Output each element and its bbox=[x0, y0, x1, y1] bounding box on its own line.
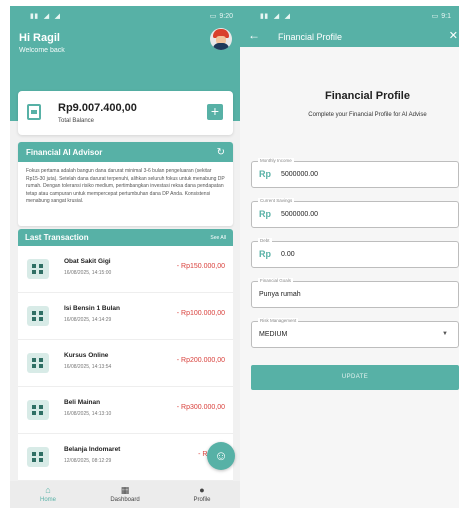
appbar-title: Financial Profile bbox=[278, 32, 343, 42]
transaction-row[interactable]: Obat Sakit Gigi 16/08/2025, 14:15:00 - R… bbox=[18, 246, 233, 293]
signal-icons: ▮▮ ◢ ◢ bbox=[260, 13, 291, 20]
ai-advisor-card: Financial AI Advisor ↻ Fokus pertama ada… bbox=[18, 142, 233, 226]
field-value: 5000000.00 bbox=[281, 171, 318, 178]
balance-label: Total Balance bbox=[58, 118, 95, 124]
field-label: Risk Management bbox=[258, 318, 299, 323]
transaction-date: 16/08/2025, 14:13:10 bbox=[64, 411, 112, 417]
dropdown-arrow-icon: ▼ bbox=[442, 331, 448, 337]
transaction-name: Kursus Online bbox=[64, 352, 109, 359]
nav-dashboard-label: Dashboard bbox=[110, 497, 140, 503]
avatar[interactable] bbox=[210, 28, 232, 50]
page-title: Financial Profile bbox=[325, 90, 410, 102]
advisor-text: Fokus pertama adalah bangun dana darurat… bbox=[26, 168, 225, 205]
transaction-header: Last Transaction See All bbox=[18, 229, 233, 246]
nav-home[interactable]: ⌂ Home bbox=[18, 485, 78, 503]
bottom-nav: ⌂ Home ▦ Dashboard ● Profile bbox=[10, 481, 241, 508]
transaction-name: Obat Sakit Gigi bbox=[64, 258, 111, 265]
transaction-amount: - Rp200.000,00 bbox=[176, 357, 225, 364]
category-icon bbox=[27, 400, 49, 420]
status-right: ▭ 9:1 bbox=[431, 12, 451, 21]
battery-icon: ▭ bbox=[431, 13, 439, 20]
nav-profile-label: Profile bbox=[193, 497, 211, 503]
transaction-title: Last Transaction bbox=[25, 233, 89, 242]
welcome-text: Welcome back bbox=[19, 47, 65, 54]
profile-icon: ● bbox=[199, 485, 205, 495]
field-label: Monthly Income bbox=[258, 158, 294, 163]
transaction-row[interactable]: Belanja Indomaret 12/08/2025, 08:12:29 -… bbox=[18, 434, 233, 481]
financial-goals-field[interactable]: Financial Goals Punya rumah bbox=[251, 278, 459, 308]
transaction-row[interactable]: Isi Bensin 1 Bulan 16/08/2025, 14:14:29 … bbox=[18, 293, 233, 340]
status-time: 9:1 bbox=[441, 12, 451, 20]
category-icon bbox=[27, 259, 49, 279]
transaction-row[interactable]: Kursus Online 16/08/2025, 14:13:54 - Rp2… bbox=[18, 340, 233, 387]
dashboard-icon: ▦ bbox=[120, 485, 130, 495]
advisor-title: Financial AI Advisor bbox=[26, 147, 103, 157]
update-button[interactable]: UPDATE bbox=[251, 365, 459, 390]
home-screen: ▮▮ ◢ ◢ ▭ 9:20 Hi Ragil Welcome back Rp9.00… bbox=[10, 6, 241, 508]
transaction-name: Beli Mainan bbox=[64, 399, 101, 406]
page-subtitle: Complete your Financial Profile for AI A… bbox=[308, 112, 427, 118]
status-bar: ▮▮ ◢ ◢ ▭ 9:20 bbox=[10, 6, 241, 26]
transaction-amount: - Rp300.000,00 bbox=[176, 404, 225, 411]
transaction-amount: - Rp100.000,00 bbox=[176, 310, 225, 317]
financial-profile-screen: ▮▮ ◢ ◢ ▭ 9:1 ← Financial Profile ✕ Financi… bbox=[240, 6, 459, 508]
balance-amount: Rp9.007.400,00 bbox=[58, 102, 137, 114]
risk-management-select[interactable]: Risk Management MEDIUM ▼ bbox=[251, 318, 459, 348]
field-value: 0.00 bbox=[281, 251, 295, 258]
chat-bot-fab-button[interactable]: ☺ bbox=[207, 442, 235, 470]
app-bar: ← Financial Profile ✕ bbox=[240, 26, 459, 47]
field-value: 5000000.00 bbox=[281, 211, 318, 218]
nav-home-label: Home bbox=[39, 497, 56, 503]
status-right: ▭ 9:20 bbox=[209, 12, 233, 21]
transaction-amount: - Rp150.000,00 bbox=[176, 263, 225, 270]
transaction-date: 16/08/2025, 14:15:00 bbox=[64, 270, 112, 276]
chat-icon: ☺ bbox=[214, 448, 228, 463]
debt-field[interactable]: Debt Rp 0.00 bbox=[251, 238, 459, 268]
home-icon: ⌂ bbox=[45, 485, 51, 495]
currency-prefix: Rp bbox=[259, 249, 271, 259]
monthly-income-field[interactable]: Monthly Income Rp 5000000.00 bbox=[251, 158, 459, 188]
transaction-date: 16/08/2025, 14:14:29 bbox=[64, 317, 112, 323]
field-value: Punya rumah bbox=[259, 291, 301, 298]
battery-icon: ▭ bbox=[209, 13, 217, 20]
transaction-name: Belanja Indomaret bbox=[64, 446, 121, 453]
field-label: Debt bbox=[258, 238, 272, 243]
nav-dashboard[interactable]: ▦ Dashboard bbox=[95, 485, 155, 503]
advisor-header: Financial AI Advisor ↻ bbox=[18, 142, 233, 162]
transaction-date: 12/08/2025, 08:12:29 bbox=[64, 458, 112, 464]
transaction-date: 16/08/2025, 14:13:54 bbox=[64, 364, 112, 370]
transaction-row[interactable]: Beli Mainan 16/08/2025, 14:13:10 - Rp300… bbox=[18, 387, 233, 434]
refresh-icon[interactable]: ↻ bbox=[217, 147, 225, 158]
current-savings-field[interactable]: Current Savings Rp 5000000.00 bbox=[251, 198, 459, 228]
close-icon[interactable]: ✕ bbox=[449, 29, 458, 42]
add-transaction-button[interactable]: + bbox=[207, 104, 223, 120]
field-label: Current Savings bbox=[258, 198, 295, 203]
signal-icons: ▮▮ ◢ ◢ bbox=[30, 13, 61, 20]
currency-prefix: Rp bbox=[259, 209, 271, 219]
back-arrow-icon[interactable]: ← bbox=[248, 28, 260, 42]
category-icon bbox=[27, 306, 49, 326]
balance-card: Rp9.007.400,00 Total Balance + bbox=[18, 91, 233, 135]
status-time: 9:20 bbox=[219, 12, 233, 20]
field-value: MEDIUM bbox=[259, 331, 288, 338]
status-bar: ▮▮ ◢ ◢ ▭ 9:1 bbox=[240, 6, 459, 26]
nav-profile[interactable]: ● Profile bbox=[172, 485, 232, 503]
wallet-icon bbox=[27, 104, 41, 120]
category-icon bbox=[27, 447, 49, 467]
currency-prefix: Rp bbox=[259, 169, 271, 179]
field-label: Financial Goals bbox=[258, 278, 294, 283]
last-transaction-card: Last Transaction See All Obat Sakit Gigi… bbox=[18, 229, 233, 484]
category-icon bbox=[27, 353, 49, 373]
transaction-name: Isi Bensin 1 Bulan bbox=[64, 305, 120, 312]
see-all-link[interactable]: See All bbox=[210, 235, 226, 241]
greeting: Hi Ragil bbox=[19, 32, 60, 44]
